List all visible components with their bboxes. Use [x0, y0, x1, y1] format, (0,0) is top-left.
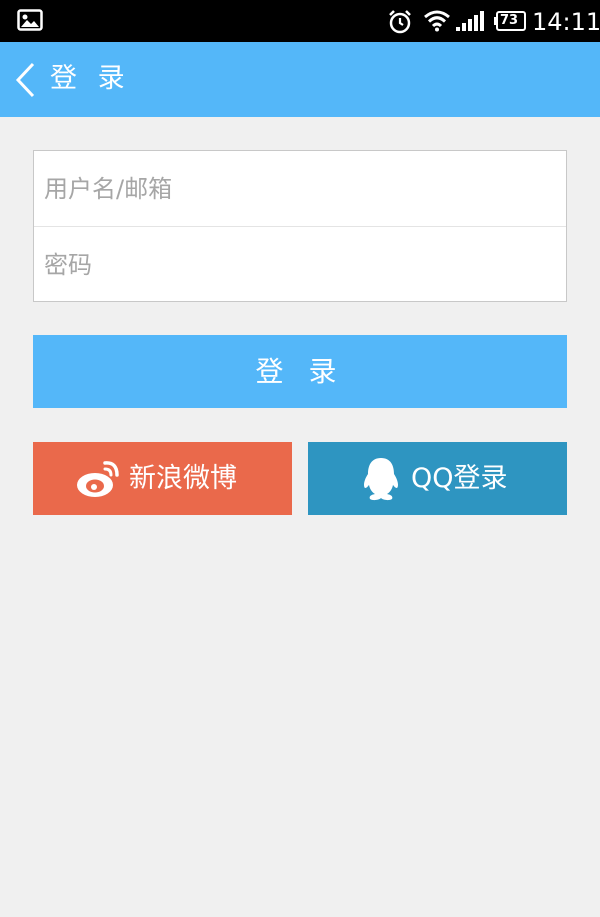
weibo-label: 新浪微博 — [129, 463, 237, 494]
qq-login-button[interactable]: QQ登录 — [308, 442, 567, 515]
password-input[interactable] — [34, 227, 566, 302]
qq-penguin-icon — [364, 458, 398, 501]
wifi-icon — [424, 10, 450, 32]
page-title: 登 录 — [50, 63, 131, 94]
picture-icon — [17, 9, 43, 31]
status-bar: 73 14:11 — [0, 0, 600, 42]
clock: 14:11 — [532, 8, 600, 36]
title-bar: 登 录 — [0, 42, 600, 117]
signal-icon — [456, 11, 484, 31]
alarm-icon — [389, 10, 411, 34]
weibo-icon — [77, 461, 119, 497]
weibo-login-button[interactable]: 新浪微博 — [33, 442, 292, 515]
username-input[interactable] — [34, 151, 566, 226]
login-button[interactable]: 登 录 — [33, 335, 567, 408]
chevron-left-icon[interactable] — [14, 61, 36, 99]
battery-level: 73 — [499, 13, 519, 28]
login-form — [33, 150, 567, 302]
qq-label: QQ登录 — [411, 463, 508, 494]
